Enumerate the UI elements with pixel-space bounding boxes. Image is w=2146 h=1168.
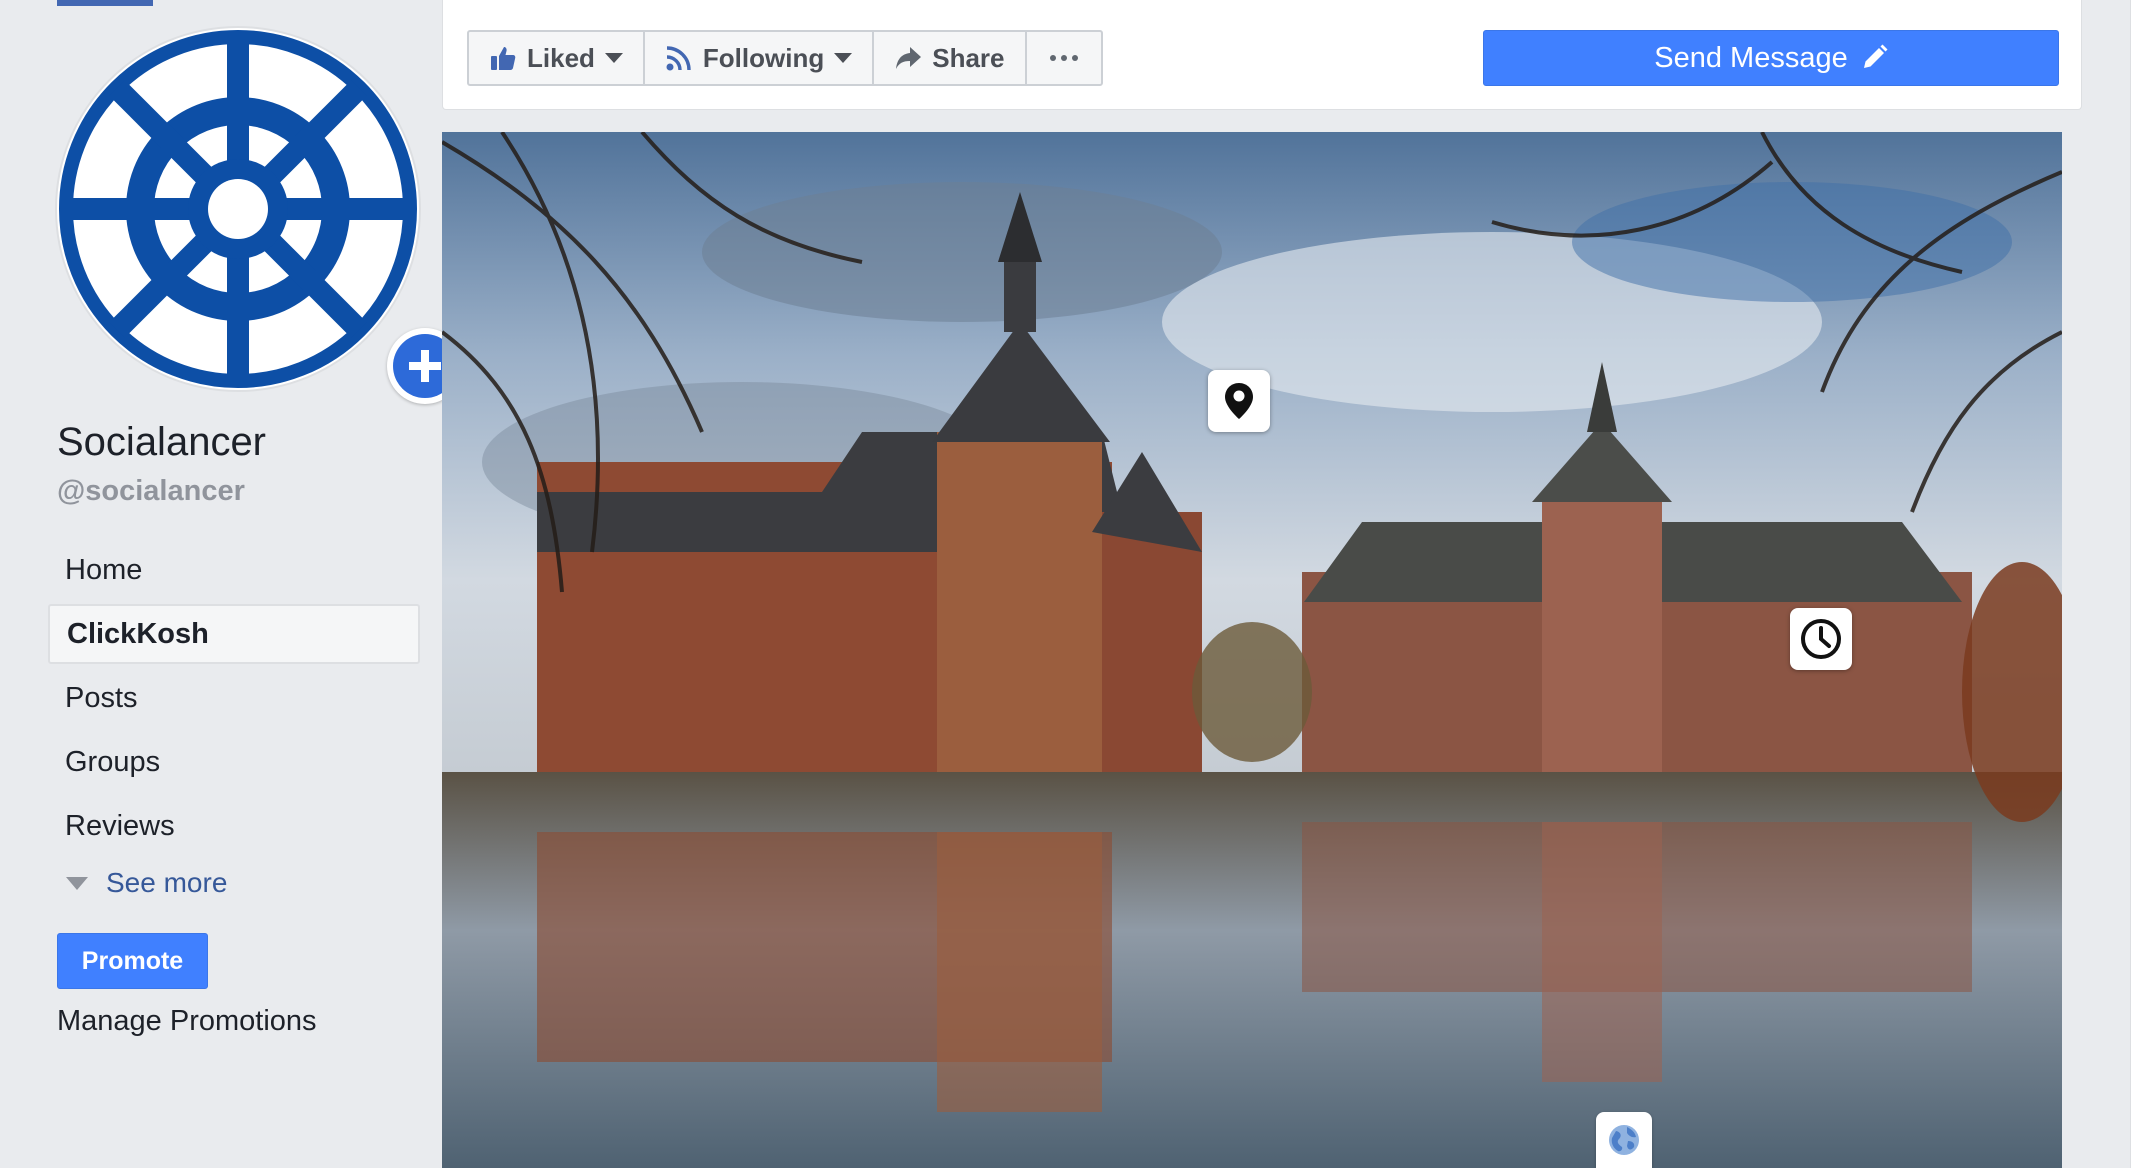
sidebar-item-clickkosh[interactable]: ClickKosh xyxy=(48,604,420,664)
manage-promotions-link[interactable]: Manage Promotions xyxy=(57,1005,317,1038)
top-accent-bar xyxy=(57,0,153,6)
rss-feed-icon xyxy=(665,44,693,72)
following-button[interactable]: Following xyxy=(645,32,875,84)
share-button[interactable]: Share xyxy=(874,32,1027,84)
page-username[interactable]: @socialancer xyxy=(57,475,245,508)
right-edge-panel xyxy=(2130,0,2146,1168)
more-options-button[interactable] xyxy=(1027,32,1101,84)
sidebar-item-posts[interactable]: Posts xyxy=(48,668,420,728)
cover-photo[interactable] xyxy=(442,132,2062,1168)
send-message-button[interactable]: Send Message xyxy=(1483,30,2059,86)
sidebar-item-reviews[interactable]: Reviews xyxy=(48,796,420,856)
sidebar-item-groups[interactable]: Groups xyxy=(48,732,420,792)
page-action-bar: Liked Following Share Send Message xyxy=(442,0,2082,110)
sidebar-item-label: Home xyxy=(65,553,143,586)
location-pin-button[interactable] xyxy=(1208,370,1270,432)
plus-circle-icon xyxy=(409,350,441,382)
thumbs-up-icon xyxy=(489,44,517,72)
triangle-down-icon xyxy=(66,876,88,890)
clock-icon xyxy=(1801,619,1841,659)
page-avatar[interactable] xyxy=(57,28,463,404)
map-pin-icon xyxy=(1225,383,1253,419)
ship-wheel-icon xyxy=(59,30,417,388)
page-title: Socialancer xyxy=(57,420,267,464)
sidebar-item-label: ClickKosh xyxy=(67,617,209,650)
sidebar-item-label: Groups xyxy=(65,745,161,778)
send-message-label: Send Message xyxy=(1654,41,1848,74)
sidebar-item-label: Posts xyxy=(65,681,138,714)
caret-down-icon xyxy=(834,53,853,63)
share-arrow-icon xyxy=(894,44,922,72)
following-label: Following xyxy=(702,42,825,73)
see-more-link[interactable]: See more xyxy=(66,865,227,901)
hours-pin-button[interactable] xyxy=(1790,608,1852,670)
pencil-icon xyxy=(1860,44,1888,72)
ellipsis-icon xyxy=(1049,55,1078,61)
caret-down-icon xyxy=(604,53,623,63)
sidebar-item-home[interactable]: Home xyxy=(48,540,420,600)
globe-button[interactable] xyxy=(1596,1112,1652,1168)
action-button-group: Liked Following Share xyxy=(467,30,1103,86)
globe-icon xyxy=(1609,1125,1639,1155)
see-more-label: See more xyxy=(106,867,228,898)
share-label: Share xyxy=(932,42,1005,73)
page-sidebar-nav: Home ClickKosh Posts Groups Reviews xyxy=(48,540,420,860)
sidebar-item-label: Reviews xyxy=(65,809,175,842)
liked-button[interactable]: Liked xyxy=(469,32,645,84)
promote-button[interactable]: Promote xyxy=(57,933,208,989)
liked-label: Liked xyxy=(527,42,595,73)
